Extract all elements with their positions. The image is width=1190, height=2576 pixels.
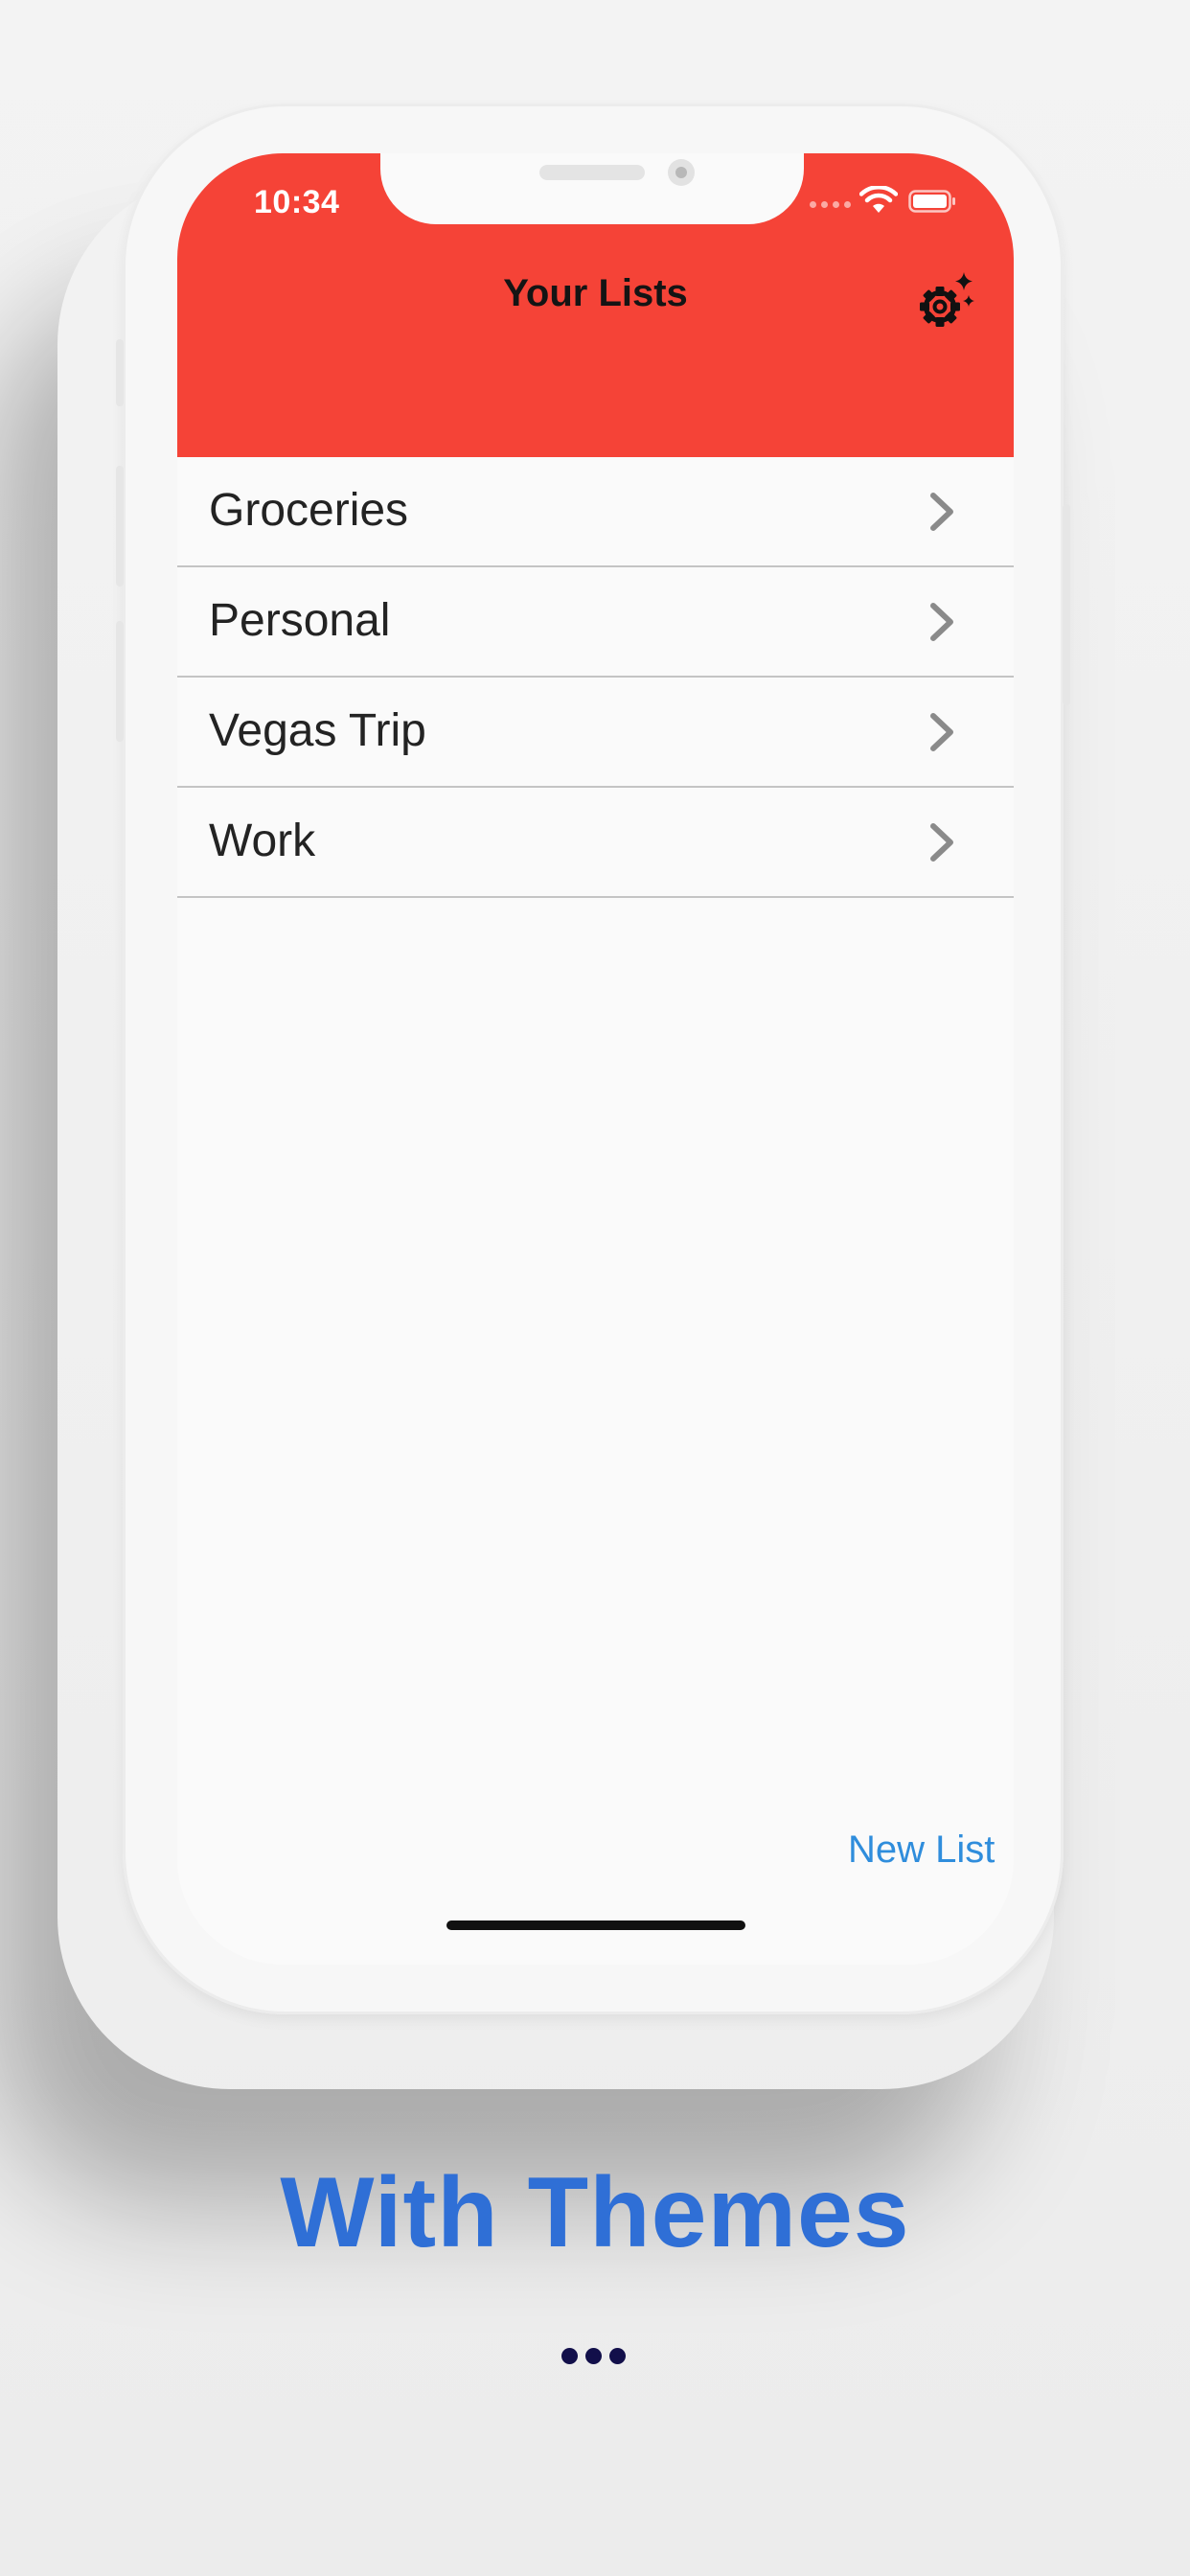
battery-icon	[908, 190, 955, 213]
chevron-right-icon	[930, 603, 953, 641]
volume-down-button	[116, 621, 124, 742]
app-screen: 10:34 Your Lists Groceries Personal Vega…	[177, 153, 1014, 1965]
silent-switch	[116, 339, 124, 406]
speaker-grille	[539, 165, 645, 180]
front-camera	[668, 159, 695, 186]
chevron-right-icon	[930, 713, 953, 751]
nav-header: 10:34 Your Lists	[177, 153, 1014, 457]
new-list-button[interactable]: New List	[848, 1828, 995, 1872]
list-item-label: Personal	[209, 595, 391, 646]
ellipsis-dots-icon	[561, 2348, 626, 2364]
wifi-icon	[859, 186, 898, 213]
phone-frame: 10:34 Your Lists Groceries Personal Vega…	[116, 104, 1070, 2014]
list-item[interactable]: Groceries	[177, 457, 1014, 567]
page-title: Your Lists	[503, 272, 688, 314]
promo-page: 10:34 Your Lists Groceries Personal Vega…	[0, 0, 1190, 2576]
list-item[interactable]: Personal	[177, 567, 1014, 678]
list-item-label: Groceries	[209, 485, 409, 536]
power-button	[1063, 504, 1070, 705]
signal-icon	[810, 201, 851, 208]
list-item[interactable]: Work	[177, 788, 1014, 898]
volume-up-button	[116, 466, 124, 586]
list-item-label: Vegas Trip	[209, 705, 426, 756]
feature-caption: With Themes	[280, 2157, 910, 2268]
status-time: 10:34	[254, 184, 340, 220]
device-notch	[380, 153, 804, 224]
settings-button[interactable]	[917, 270, 978, 332]
home-indicator[interactable]	[446, 1920, 745, 1930]
lists-table: Groceries Personal Vegas Trip Work	[177, 457, 1014, 898]
chevron-right-icon	[930, 823, 953, 862]
list-item-label: Work	[209, 816, 316, 866]
chevron-right-icon	[930, 493, 953, 531]
list-item[interactable]: Vegas Trip	[177, 678, 1014, 788]
gear-sparkle-icon	[920, 272, 974, 327]
